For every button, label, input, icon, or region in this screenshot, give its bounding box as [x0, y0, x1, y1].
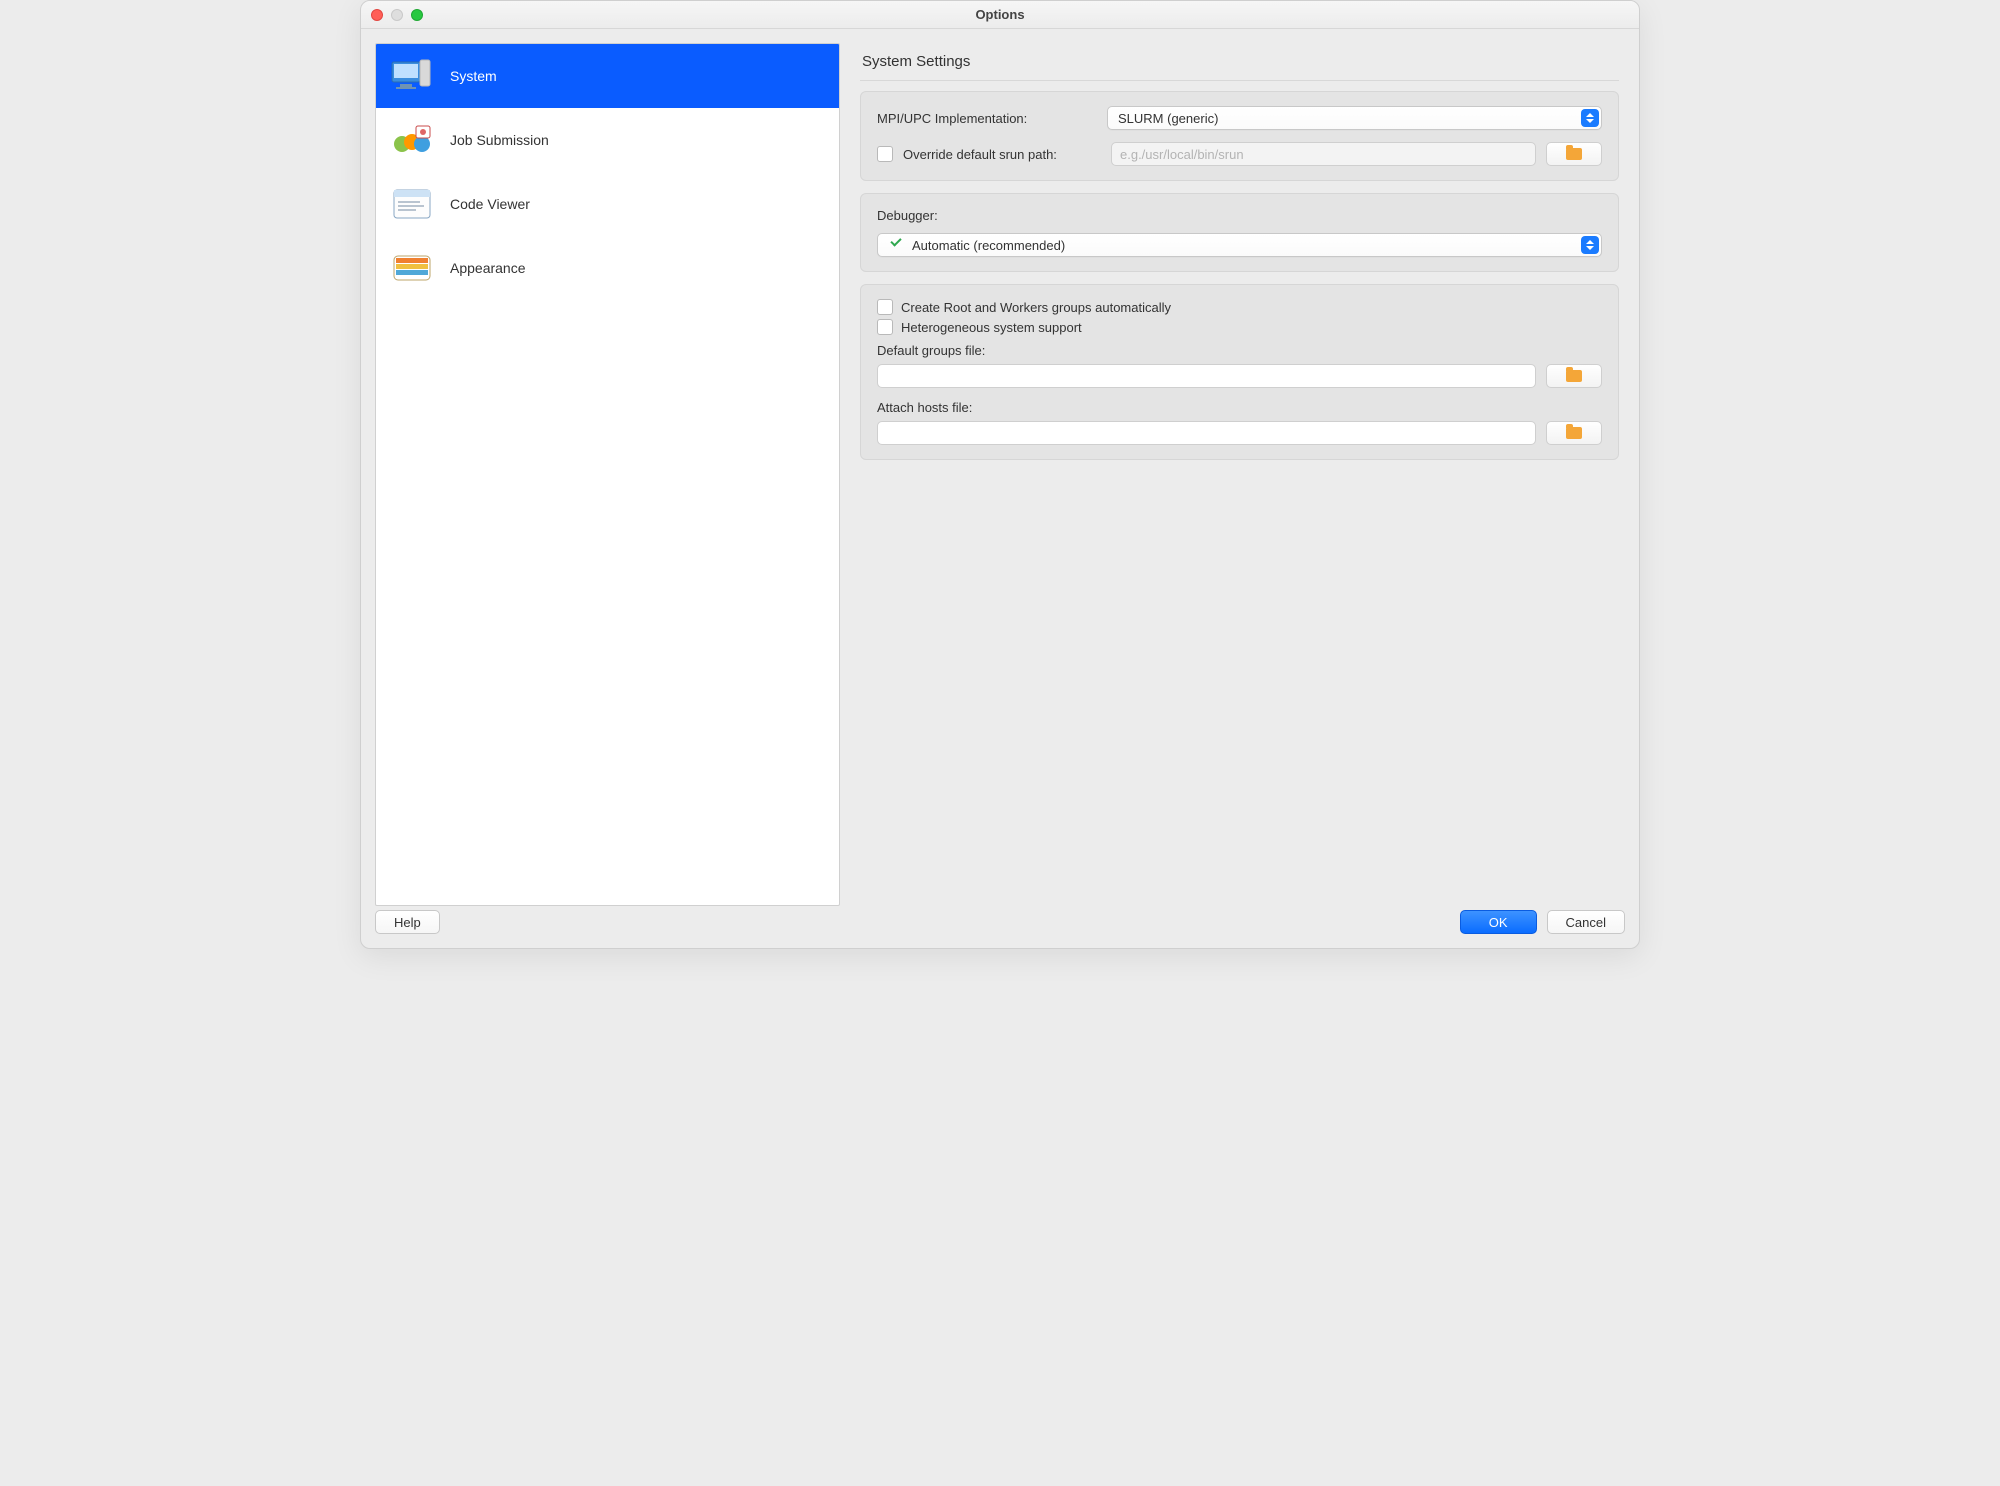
folder-icon — [1566, 148, 1582, 160]
sidebar-item-label: Appearance — [450, 260, 526, 276]
folder-icon — [1566, 427, 1582, 439]
override-srun-label: Override default srun path: — [903, 147, 1101, 162]
help-button-label: Help — [394, 915, 421, 930]
mpi-impl-label: MPI/UPC Implementation: — [877, 111, 1097, 126]
debugger-label: Debugger: — [877, 208, 1602, 223]
create-root-label: Create Root and Workers groups automatic… — [901, 300, 1171, 315]
cancel-button[interactable]: Cancel — [1547, 910, 1625, 934]
default-groups-label: Default groups file: — [877, 343, 1602, 358]
attach-hosts-input[interactable] — [877, 421, 1536, 445]
updown-icon — [1581, 236, 1599, 254]
sidebar-item-label: System — [450, 68, 497, 84]
sidebar-item-job-submission[interactable]: Job Submission — [376, 108, 839, 172]
titlebar: Options — [361, 1, 1639, 29]
sidebar-item-appearance[interactable]: Appearance — [376, 236, 839, 300]
job-submission-icon — [388, 120, 436, 160]
mpi-impl-selected: SLURM (generic) — [1118, 111, 1218, 126]
dialog-footer: Help OK Cancel — [361, 906, 1639, 948]
override-srun-checkbox[interactable] — [877, 146, 893, 162]
create-root-checkbox[interactable] — [877, 299, 893, 315]
system-icon — [388, 56, 436, 96]
window-title: Options — [361, 7, 1639, 22]
sidebar-item-system[interactable]: System — [376, 44, 839, 108]
hetero-checkbox[interactable] — [877, 319, 893, 335]
attach-hosts-browse-button[interactable] — [1546, 421, 1602, 445]
groups-group: Create Root and Workers groups automatic… — [860, 284, 1619, 460]
debugger-select[interactable]: Automatic (recommended) — [877, 233, 1602, 257]
zoom-window-button[interactable] — [411, 9, 423, 21]
sidebar-item-code-viewer[interactable]: Code Viewer — [376, 172, 839, 236]
debugger-group: Debugger: Automatic (recommended) — [860, 193, 1619, 272]
attach-hosts-label: Attach hosts file: — [877, 400, 1602, 415]
mpi-group: MPI/UPC Implementation: SLURM (generic) … — [860, 91, 1619, 181]
appearance-icon — [388, 248, 436, 288]
folder-icon — [1566, 370, 1582, 382]
options-sidebar: System Job Submission — [375, 43, 840, 906]
hetero-label: Heterogeneous system support — [901, 320, 1082, 335]
debugger-selected: Automatic (recommended) — [912, 238, 1065, 253]
ok-button-label: OK — [1489, 915, 1508, 930]
srun-browse-button[interactable] — [1546, 142, 1602, 166]
cancel-button-label: Cancel — [1566, 915, 1606, 930]
code-viewer-icon — [388, 184, 436, 224]
sidebar-item-label: Job Submission — [450, 132, 549, 148]
window-controls — [361, 9, 423, 21]
checkmark-icon — [888, 237, 904, 253]
sidebar-item-label: Code Viewer — [450, 196, 530, 212]
panel-title: System Settings — [862, 53, 1619, 70]
srun-path-input[interactable] — [1111, 142, 1536, 166]
close-window-button[interactable] — [371, 9, 383, 21]
minimize-window-button — [391, 9, 403, 21]
default-groups-input[interactable] — [877, 364, 1536, 388]
divider — [860, 80, 1619, 81]
settings-panel: System Settings MPI/UPC Implementation: … — [854, 43, 1625, 906]
help-button[interactable]: Help — [375, 910, 440, 934]
options-window: Options System — [360, 0, 1640, 949]
default-groups-browse-button[interactable] — [1546, 364, 1602, 388]
mpi-impl-select[interactable]: SLURM (generic) — [1107, 106, 1602, 130]
updown-icon — [1581, 109, 1599, 127]
ok-button[interactable]: OK — [1460, 910, 1537, 934]
